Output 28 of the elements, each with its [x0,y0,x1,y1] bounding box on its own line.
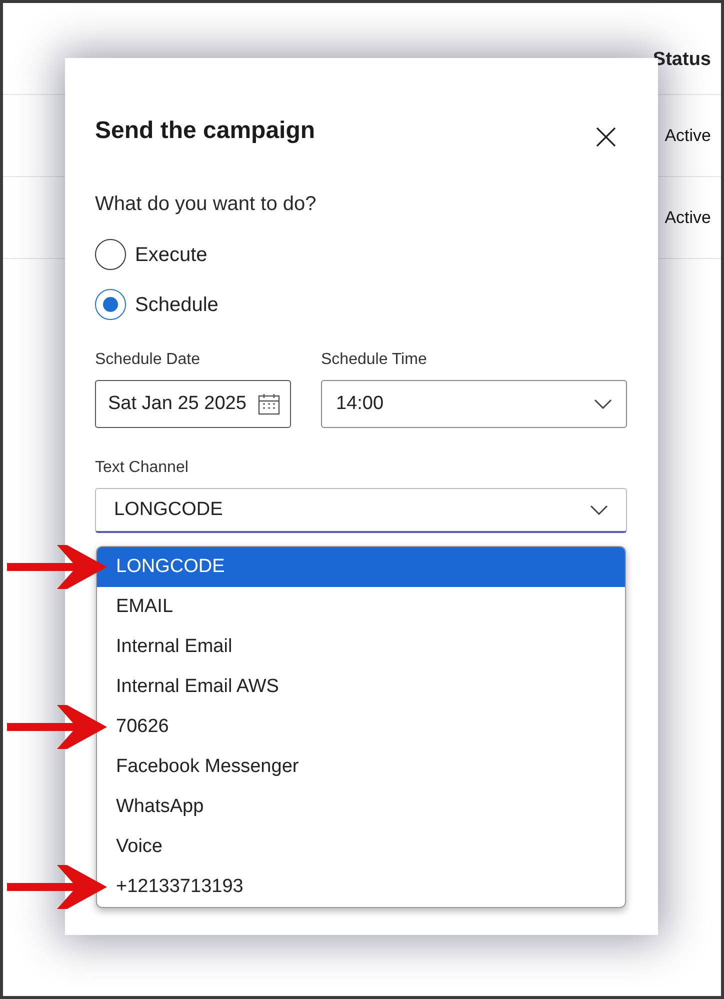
dropdown-option[interactable]: EMAIL [97,587,625,627]
dropdown-option[interactable]: LONGCODE [97,547,625,587]
close-button[interactable] [594,125,618,149]
dropdown-option[interactable]: Facebook Messenger [97,747,625,787]
dialog-title: Send the campaign [95,116,316,146]
calendar-icon [258,393,280,415]
field-label: Text Channel [95,458,190,478]
date-field[interactable]: Sat Jan 25 2025 [95,380,291,428]
field-label: Schedule Date [95,350,201,370]
chevron-down-icon [594,399,612,409]
dropdown-option[interactable]: Internal Email AWS [97,667,625,707]
time-select[interactable]: 14:00 [321,380,627,428]
radio-button[interactable] [95,289,126,320]
dropdown-option[interactable]: +12133713193 [97,867,625,907]
table-cell-text: Active [664,124,711,147]
dropdown-option[interactable]: Internal Email [97,627,625,667]
channel-select[interactable]: LONGCODE [95,488,627,533]
chevron-down-icon [590,505,608,515]
dropdown-option[interactable]: 70626 [97,707,625,747]
question-text: What do you want to do? [95,192,316,217]
dropdown-option[interactable]: Voice [97,827,625,867]
radio-label: Schedule [135,292,218,318]
radio-button[interactable] [95,239,126,270]
field-label: Schedule Time [321,350,428,370]
dropdown-option[interactable]: WhatsApp [97,787,625,827]
table-cell-text: Active [664,206,711,229]
radio-label: Execute [135,242,208,268]
column-header: Status [652,48,711,72]
